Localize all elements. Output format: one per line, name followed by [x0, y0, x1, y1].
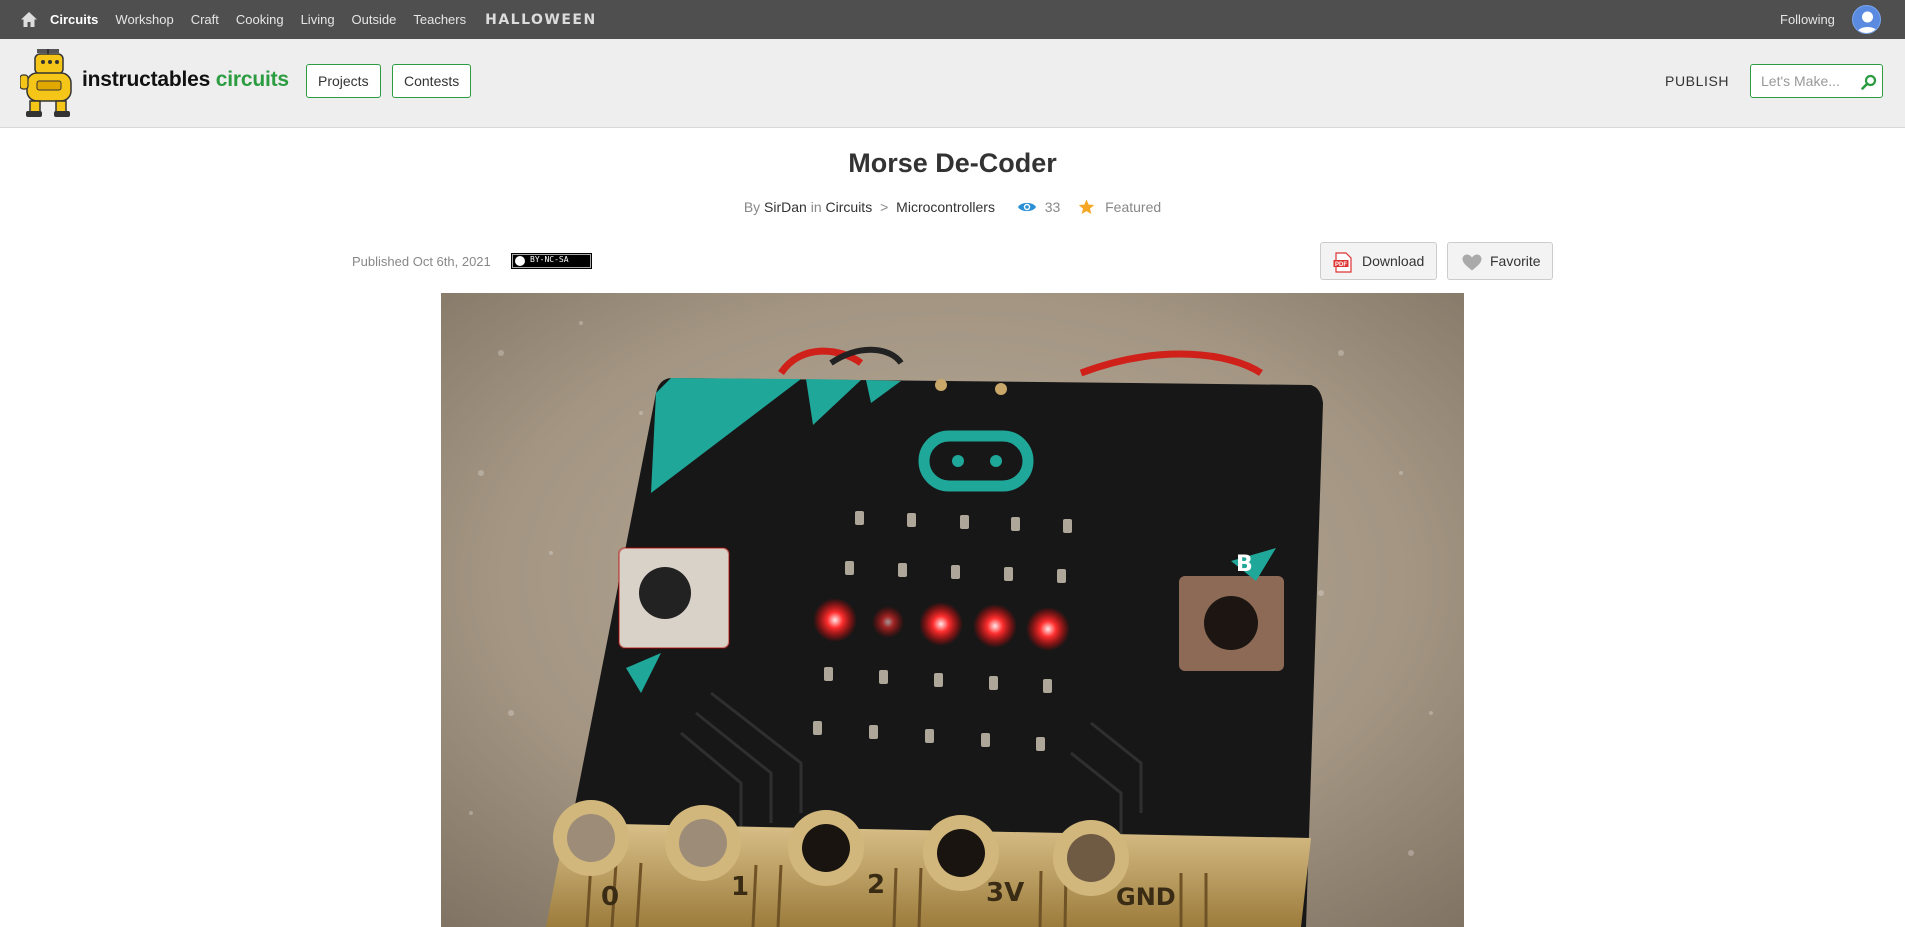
nav-cooking[interactable]: Cooking	[236, 12, 284, 27]
svg-text:PDF: PDF	[1335, 262, 1347, 268]
svg-text:B: B	[1236, 552, 1253, 577]
category-bar: Circuits Workshop Craft Cooking Living O…	[0, 0, 1905, 39]
pdf-icon: PDF	[1333, 252, 1352, 273]
favorite-button[interactable]: Favorite	[1447, 242, 1553, 280]
eye-icon	[1017, 202, 1036, 212]
robot-logo-icon[interactable]	[20, 47, 78, 119]
cc-license-badge[interactable]: BY-NC-SA	[511, 253, 592, 269]
cc-icon	[515, 256, 525, 266]
article-meta: By SirDan in Circuits > Microcontrollers…	[0, 199, 1905, 215]
nav-craft[interactable]: Craft	[191, 12, 219, 27]
nav-outside[interactable]: Outside	[352, 12, 397, 27]
breadcrumb-separator: >	[880, 199, 889, 215]
svg-text:0: 0	[601, 882, 619, 912]
heart-icon	[1462, 254, 1482, 271]
category-link[interactable]: Circuits	[826, 199, 873, 215]
by-label: By	[743, 199, 761, 215]
published-date: Published Oct 6th, 2021	[352, 254, 491, 269]
download-button[interactable]: PDF Download	[1320, 242, 1437, 280]
search-input[interactable]	[1761, 73, 1856, 89]
category-nav: Circuits Workshop Craft Cooking Living O…	[50, 0, 614, 39]
subcategory-link[interactable]: Microcontrollers	[896, 199, 995, 215]
contests-button[interactable]: Contests	[392, 64, 472, 98]
in-label: in	[810, 199, 822, 215]
svg-text:2: 2	[867, 870, 885, 900]
hero-image[interactable]: B 0 1 2 3V GND	[441, 293, 1464, 927]
author-link[interactable]: SirDan	[764, 199, 807, 215]
svg-text:GND: GND	[1116, 883, 1176, 911]
logo-text-circuits: circuits	[215, 68, 289, 91]
page-title: Morse De-Coder	[848, 148, 1057, 178]
nav-living[interactable]: Living	[301, 12, 335, 27]
download-label: Download	[1362, 253, 1425, 269]
svg-text:1: 1	[731, 872, 749, 902]
projects-button[interactable]: Projects	[306, 64, 381, 98]
svg-text:3V: 3V	[986, 878, 1024, 908]
nav-circuits[interactable]: Circuits	[50, 12, 98, 27]
site-header: instructables circuits Projects Contests…	[0, 39, 1905, 128]
nav-halloween[interactable]: HALLOWEEN	[485, 12, 597, 28]
home-icon[interactable]	[20, 11, 38, 28]
star-icon	[1079, 199, 1095, 214]
featured-label: Featured	[1105, 199, 1162, 215]
search-box	[1750, 64, 1883, 98]
favorite-label: Favorite	[1490, 253, 1541, 269]
license-text: BY-NC-SA	[530, 255, 569, 264]
user-avatar-icon[interactable]	[1852, 5, 1881, 34]
nav-teachers[interactable]: Teachers	[413, 12, 466, 27]
logo-wordmark[interactable]: instructables circuits	[82, 68, 289, 92]
publish-link[interactable]: PUBLISH	[1665, 73, 1729, 89]
logo-text-instructables: instructables	[82, 68, 211, 91]
nav-workshop[interactable]: Workshop	[115, 12, 173, 27]
following-link[interactable]: Following	[1780, 12, 1835, 27]
search-icon[interactable]	[1861, 74, 1877, 90]
view-count: 33	[1044, 199, 1061, 215]
